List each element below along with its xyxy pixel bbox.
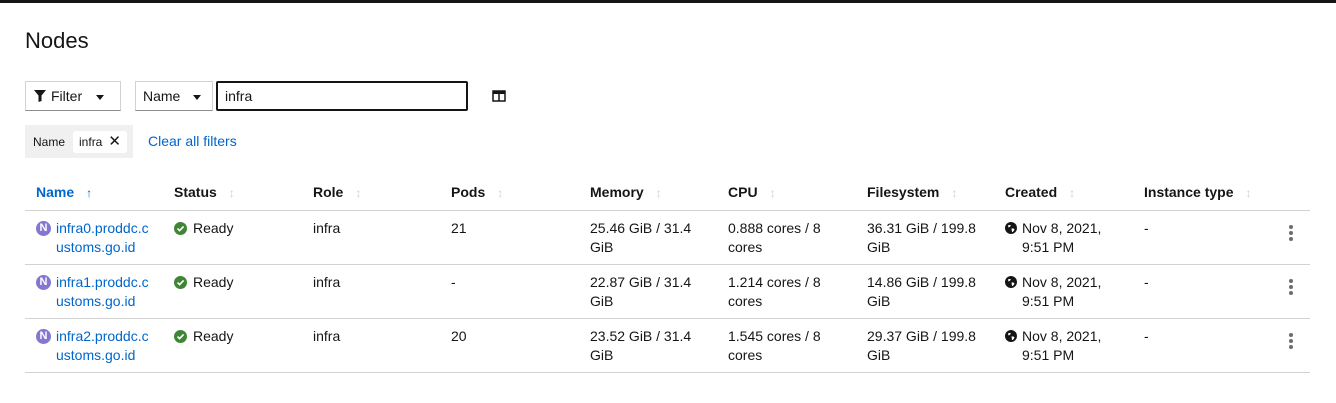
table-row: Ninfra2.proddc.customs.go.id Ready infra…: [25, 318, 1310, 373]
filter-toggle-button[interactable]: Filter: [25, 81, 121, 111]
check-circle-icon: [174, 329, 187, 343]
name-search-input[interactable]: [216, 81, 468, 111]
status-text: Ready: [193, 327, 234, 344]
globe-icon: [1005, 329, 1017, 342]
node-name-link[interactable]: infra1.proddc.customs.go.id: [56, 273, 152, 311]
status-text: Ready: [193, 273, 234, 290]
chip-value: infra: [79, 134, 103, 149]
node-name-cell: Ninfra0.proddc.customs.go.id: [36, 219, 152, 257]
page-title: Nodes: [25, 28, 89, 53]
nodes-table: Name ↑ Status ↕ Role ↕ Pods ↕ Memory ↕ CPU ↕ F…: [25, 174, 1310, 373]
chevron-down-icon: [96, 95, 104, 100]
kebab-icon[interactable]: [1288, 224, 1293, 241]
role-cell: infra: [302, 318, 440, 373]
node-name-link[interactable]: infra2.proddc.customs.go.id: [56, 327, 152, 365]
status-cell: Ready: [174, 273, 291, 292]
header-label: Instance type: [1144, 183, 1234, 200]
column-header-status[interactable]: Status ↕: [163, 174, 302, 211]
header-label: Pods: [451, 183, 486, 200]
column-header-filesystem[interactable]: Filesystem ↕: [856, 174, 994, 211]
instance-type-cell: -: [1133, 210, 1271, 265]
column-header-cpu[interactable]: CPU ↕: [717, 174, 856, 211]
close-icon[interactable]: ✕: [108, 134, 121, 149]
node-name-link[interactable]: infra0.proddc.customs.go.id: [56, 219, 152, 257]
status-cell: Ready: [174, 219, 291, 238]
created-cell: Nov 8, 2021, 9:51 PM: [1005, 327, 1122, 365]
role-cell: infra: [302, 264, 440, 319]
sort-icon: ↕: [769, 185, 776, 200]
sort-icon: ↕: [228, 185, 235, 200]
pods-cell: 20: [440, 318, 579, 373]
instance-type-cell: -: [1133, 264, 1271, 319]
check-circle-icon: [174, 275, 187, 289]
header-label: Memory: [590, 183, 644, 200]
filter-chip: infra ✕: [73, 130, 127, 153]
status-cell: Ready: [174, 327, 291, 346]
header-label: Role: [313, 183, 344, 200]
columns-icon[interactable]: [492, 89, 506, 103]
attribute-select-label: Name: [143, 88, 181, 104]
globe-icon: [1005, 275, 1017, 288]
created-text: Nov 8, 2021, 9:51 PM: [1022, 327, 1102, 363]
filter-toggle-label: Filter: [51, 88, 83, 104]
node-name-cell: Ninfra1.proddc.customs.go.id: [36, 273, 152, 311]
node-resource-badge: N: [36, 274, 51, 290]
column-header-memory[interactable]: Memory ↕: [579, 174, 717, 211]
table-row: Ninfra1.proddc.customs.go.id Ready infra…: [25, 264, 1310, 319]
filesystem-cell: 36.31 GiB / 199.8 GiB: [856, 210, 994, 265]
header-label: Status: [174, 183, 217, 200]
column-header-role[interactable]: Role ↕: [302, 174, 440, 211]
created-cell: Nov 8, 2021, 9:51 PM: [1005, 273, 1122, 311]
kebab-icon[interactable]: [1288, 278, 1293, 295]
role-cell: infra: [302, 210, 440, 265]
filter-chip-group: Name infra ✕: [25, 125, 133, 158]
cpu-cell: 1.214 cores / 8 cores: [717, 264, 856, 319]
node-resource-badge: N: [36, 220, 51, 236]
table-row: Ninfra0.proddc.customs.go.id Ready infra…: [25, 210, 1310, 265]
funnel-icon: [34, 90, 46, 102]
cpu-cell: 0.888 cores / 8 cores: [717, 210, 856, 265]
table-header-row: Name ↑ Status ↕ Role ↕ Pods ↕ Memory ↕ CPU ↕ F…: [25, 174, 1310, 211]
status-text: Ready: [193, 219, 234, 236]
attribute-select[interactable]: Name: [135, 81, 213, 111]
pods-cell: 21: [440, 210, 579, 265]
clear-all-filters-link[interactable]: Clear all filters: [148, 133, 237, 149]
column-header-instance-type[interactable]: Instance type ↕: [1133, 174, 1271, 211]
sort-ascending-icon: ↑: [86, 185, 93, 200]
column-header-actions: [1271, 174, 1310, 211]
sort-icon: ↕: [355, 185, 362, 200]
sort-icon: ↕: [655, 185, 662, 200]
instance-type-cell: -: [1133, 318, 1271, 373]
column-header-pods[interactable]: Pods ↕: [440, 174, 579, 211]
filesystem-cell: 29.37 GiB / 199.8 GiB: [856, 318, 994, 373]
node-name-cell: Ninfra2.proddc.customs.go.id: [36, 327, 152, 365]
filter-toolbar: Filter Name: [25, 81, 545, 111]
globe-icon: [1005, 221, 1017, 234]
column-header-created[interactable]: Created ↕: [994, 174, 1133, 211]
filesystem-cell: 14.86 GiB / 199.8 GiB: [856, 264, 994, 319]
header-label: Filesystem: [867, 183, 940, 200]
column-header-name[interactable]: Name ↑: [25, 174, 163, 211]
header-label: Created: [1005, 183, 1058, 200]
header-label: CPU: [728, 183, 758, 200]
node-resource-badge: N: [36, 328, 51, 344]
kebab-icon[interactable]: [1288, 332, 1293, 349]
header-label: Name: [36, 183, 75, 200]
memory-cell: 25.46 GiB / 31.4 GiB: [579, 210, 717, 265]
pods-cell: -: [440, 264, 579, 319]
chip-category-label: Name: [33, 134, 66, 149]
sort-icon: ↕: [951, 185, 958, 200]
top-border: [0, 0, 1336, 3]
sort-icon: ↕: [1245, 185, 1252, 200]
check-circle-icon: [174, 221, 187, 235]
sort-icon: ↕: [497, 185, 504, 200]
memory-cell: 22.87 GiB / 31.4 GiB: [579, 264, 717, 319]
sort-icon: ↕: [1069, 185, 1076, 200]
cpu-cell: 1.545 cores / 8 cores: [717, 318, 856, 373]
memory-cell: 23.52 GiB / 31.4 GiB: [579, 318, 717, 373]
created-text: Nov 8, 2021, 9:51 PM: [1022, 273, 1102, 309]
created-cell: Nov 8, 2021, 9:51 PM: [1005, 219, 1122, 257]
chevron-down-icon: [193, 95, 201, 100]
created-text: Nov 8, 2021, 9:51 PM: [1022, 219, 1102, 255]
